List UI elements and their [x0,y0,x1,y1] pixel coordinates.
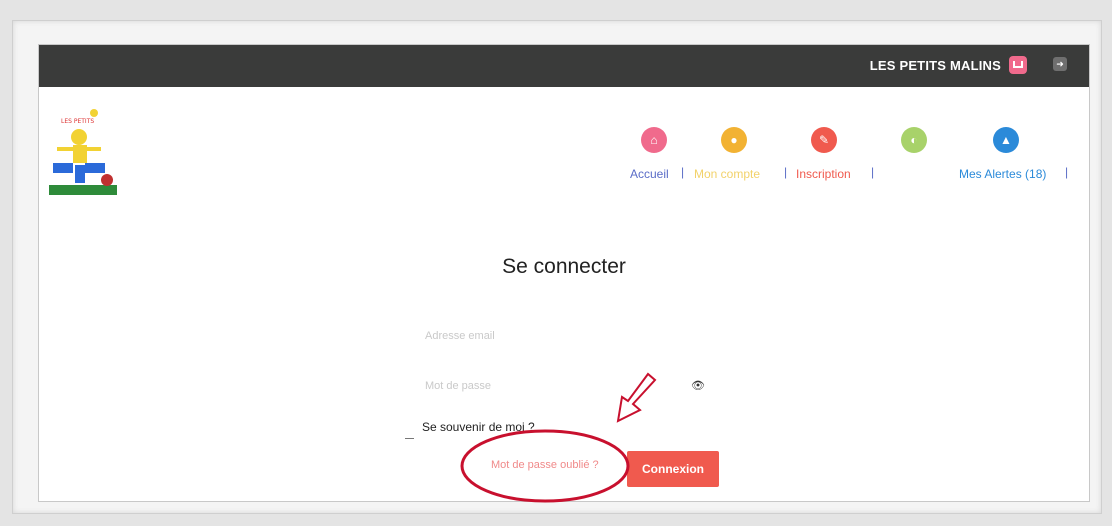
nav-separator: | [871,165,875,179]
page-title: Se connecter [502,255,626,278]
moon-icon[interactable]: ◐ [901,127,927,153]
connexion-button[interactable]: Connexion [627,451,719,487]
user-icon[interactable]: ● [721,127,747,153]
remember-checkbox[interactable] [405,438,414,439]
password-field[interactable]: Mot de passe [425,380,491,392]
brand-name: LES PETITS MALINS [869,58,1001,73]
forgot-password-link[interactable]: Mot de passe oublié ? [491,459,599,471]
top-bar: LES PETITS MALINS ➜ [39,45,1089,87]
pencil-icon[interactable]: ✎ [811,127,837,153]
nav-separator: | [681,165,685,179]
browser-screen: LES PETITS MALINS ➜ LES PETITS ⌂ ● ✎ ◐ ▲… [38,44,1090,502]
site-logo[interactable]: LES PETITS [49,105,119,197]
logo-text: LES PETITS [61,118,94,125]
nav-separator: | [784,165,788,179]
remember-me[interactable]: Se souvenir de moi ? [405,420,535,439]
show-password-icon[interactable]: 👁 [691,379,705,392]
email-field[interactable]: Adresse email [425,330,495,342]
home-icon[interactable]: ⌂ [641,127,667,153]
alert-icon[interactable]: ▲ [993,127,1019,153]
nav-accueil[interactable]: Accueil [630,167,669,181]
logout-icon[interactable]: ➜ [1053,57,1067,71]
nav-alertes[interactable]: Mes Alertes (18) [959,167,1046,181]
nav-mon-compte[interactable]: Mon compte [694,167,760,181]
cart-icon[interactable] [1009,56,1027,74]
nav-separator: | [1065,165,1069,179]
remember-label: Se souvenir de moi ? [422,420,535,434]
nav-inscription[interactable]: Inscription [796,167,851,181]
